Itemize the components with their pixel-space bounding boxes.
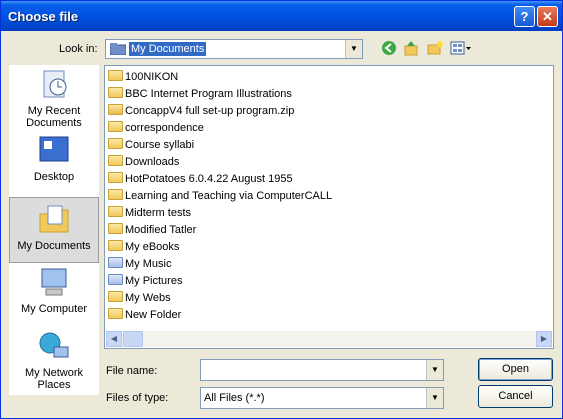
item-name: My Pictures <box>125 275 183 287</box>
item-name: Modified Tatler <box>125 224 197 236</box>
item-name: 100NIKON <box>125 71 179 83</box>
folder-icon <box>108 70 123 81</box>
places-bar: My Recent Documents Desktop My Documents… <box>9 65 99 395</box>
music-folder-icon <box>108 257 123 268</box>
horizontal-scrollbar[interactable]: ◀ ▶ <box>106 331 552 347</box>
filetype-label: Files of type: <box>106 392 169 404</box>
filename-label: File name: <box>106 365 158 377</box>
filename-field[interactable]: ▼ <box>200 359 444 381</box>
place-my-documents[interactable]: My Documents <box>9 197 99 263</box>
open-button[interactable]: Open <box>478 358 553 381</box>
place-label: My Computer <box>20 303 88 315</box>
look-in-value: My Documents <box>129 42 207 56</box>
item-name: My eBooks <box>125 241 180 253</box>
filetype-select[interactable]: All Files (*.*) ▼ <box>200 387 444 409</box>
list-item[interactable]: BBC Internet Program Illustrations <box>108 86 292 103</box>
filetype-value: All Files (*.*) <box>204 392 265 404</box>
list-item[interactable]: Learning and Teaching via ComputerCALL <box>108 188 332 205</box>
list-item[interactable]: My Music <box>108 256 171 273</box>
place-my-network-places[interactable]: My Network Places <box>9 329 99 391</box>
place-my-recent-documents[interactable]: My Recent Documents <box>9 67 99 129</box>
network-places-icon <box>39 332 69 358</box>
my-documents-icon <box>39 205 69 233</box>
place-label: My Recent Documents <box>26 105 82 129</box>
folder-icon <box>108 138 123 149</box>
list-item[interactable]: Modified Tatler <box>108 222 196 239</box>
look-in-dropdown[interactable]: My Documents ▼ <box>105 39 363 59</box>
scroll-left-icon[interactable]: ◀ <box>106 331 122 347</box>
place-desktop[interactable]: Desktop <box>9 133 99 195</box>
folder-icon <box>108 121 123 132</box>
list-item[interactable]: Midterm tests <box>108 205 191 222</box>
chevron-down-icon[interactable]: ▼ <box>426 360 443 380</box>
item-name: Midterm tests <box>125 207 192 219</box>
item-name: BBC Internet Program Illustrations <box>125 88 292 100</box>
list-item[interactable]: My Pictures <box>108 273 182 290</box>
list-item[interactable]: ConcappV4 full set-up program.zip <box>108 103 294 120</box>
close-button[interactable]: ✕ <box>537 6 558 27</box>
chevron-down-icon[interactable]: ▼ <box>426 388 443 408</box>
file-list[interactable]: 100NIKON BBC Internet Program Illustrati… <box>104 65 554 349</box>
my-computer-icon <box>41 268 67 296</box>
item-name: correspondence <box>125 122 204 134</box>
my-documents-folder-icon <box>110 43 126 55</box>
folder-icon <box>108 189 123 200</box>
scrollbar-thumb[interactable] <box>123 331 143 347</box>
views-menu-icon[interactable] <box>449 40 473 58</box>
folder-icon <box>108 240 123 251</box>
list-item[interactable]: My Webs <box>108 290 171 307</box>
choose-file-dialog: Choose file ? ✕ Look in: My Documents ▼ … <box>0 0 563 419</box>
folder-icon <box>108 155 123 166</box>
item-name: HotPotatoes 6.0.4.22 August 1955 <box>125 173 293 185</box>
desktop-icon <box>39 136 69 162</box>
dialog-title: Choose file <box>8 9 79 24</box>
folder-icon <box>108 206 123 217</box>
chevron-down-icon[interactable]: ▼ <box>345 40 362 58</box>
list-item[interactable]: My eBooks <box>108 239 179 256</box>
help-button[interactable]: ? <box>514 6 535 27</box>
new-folder-icon[interactable] <box>425 40 445 58</box>
scroll-right-icon[interactable]: ▶ <box>536 331 552 347</box>
list-item[interactable]: Downloads <box>108 154 179 171</box>
folder-icon <box>108 291 123 302</box>
list-item[interactable]: Course syllabi <box>108 137 194 154</box>
folder-icon <box>108 308 123 319</box>
look-in-label: Look in: <box>59 43 98 55</box>
folder-icon <box>108 223 123 234</box>
list-item[interactable]: correspondence <box>108 120 204 137</box>
recent-documents-icon <box>43 70 67 98</box>
cancel-button[interactable]: Cancel <box>478 385 553 408</box>
item-name: ConcappV4 full set-up program.zip <box>125 105 295 117</box>
back-icon[interactable] <box>379 40 399 58</box>
up-folder-icon[interactable] <box>401 40 421 58</box>
place-label: My Documents <box>17 240 91 252</box>
title-bar[interactable]: Choose file ? ✕ <box>1 1 562 31</box>
list-item[interactable]: New Folder <box>108 307 181 324</box>
item-name: Learning and Teaching via ComputerCALL <box>125 190 333 202</box>
folder-icon <box>108 172 123 183</box>
item-name: Downloads <box>125 156 180 168</box>
folder-icon <box>108 87 123 98</box>
zip-folder-icon <box>108 104 123 115</box>
item-name: My Music <box>125 258 172 270</box>
item-name: My Webs <box>125 292 171 304</box>
pictures-folder-icon <box>108 274 123 285</box>
list-item[interactable]: 100NIKON <box>108 69 178 86</box>
place-label: My Network Places <box>24 367 84 391</box>
item-name: New Folder <box>125 309 182 321</box>
place-label: Desktop <box>33 171 75 183</box>
place-my-computer[interactable]: My Computer <box>9 265 99 327</box>
list-item[interactable]: HotPotatoes 6.0.4.22 August 1955 <box>108 171 293 188</box>
item-name: Course syllabi <box>125 139 195 151</box>
